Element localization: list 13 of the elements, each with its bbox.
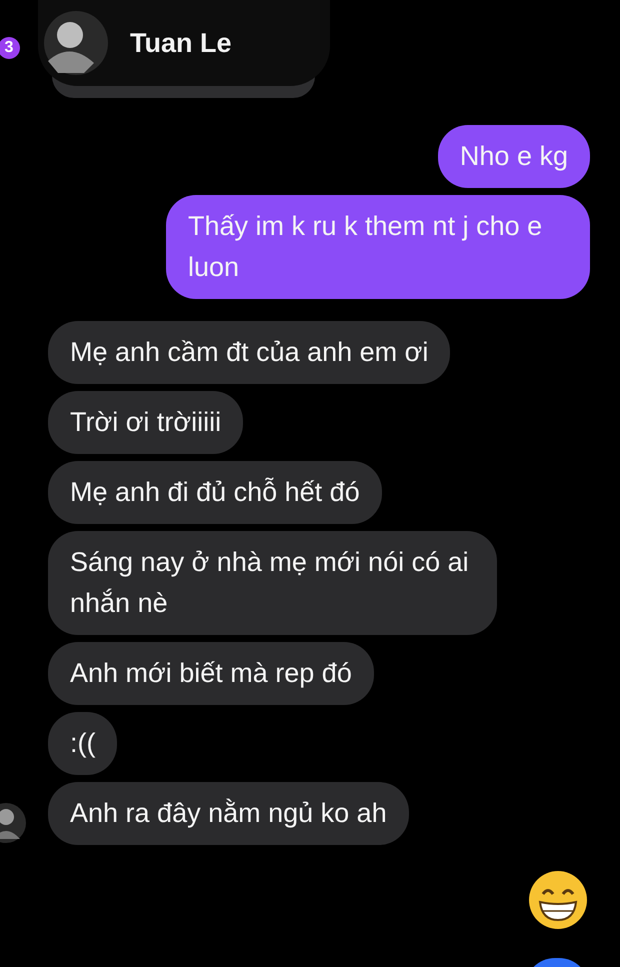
message-bubble: Anh mới biết mà rep đó [48,642,374,705]
grinning-emoji-icon [528,870,588,930]
avatar[interactable] [44,11,108,75]
message-bubble: Thấy im k ru k them nt j cho e luon [166,195,590,299]
message-bubble: Trời ơi trờiiiii [48,391,244,454]
message-bubble: :(( [48,712,118,775]
message-bubble: Sáng nay ở nhà mẹ mới nói có ai nhắn nè [48,531,497,635]
message-bubble: Anh ra đây nằm ngủ ko ah [48,782,409,845]
contact-name[interactable]: Tuan Le [130,28,232,58]
message-bubble: Nho e kg [438,125,590,188]
message-bubble: Mẹ anh đi đủ chỗ hết đó [48,461,382,524]
message-bubble: Mẹ anh cầm đt của anh em ơi [48,321,450,384]
unread-badge: 3 [0,37,20,59]
